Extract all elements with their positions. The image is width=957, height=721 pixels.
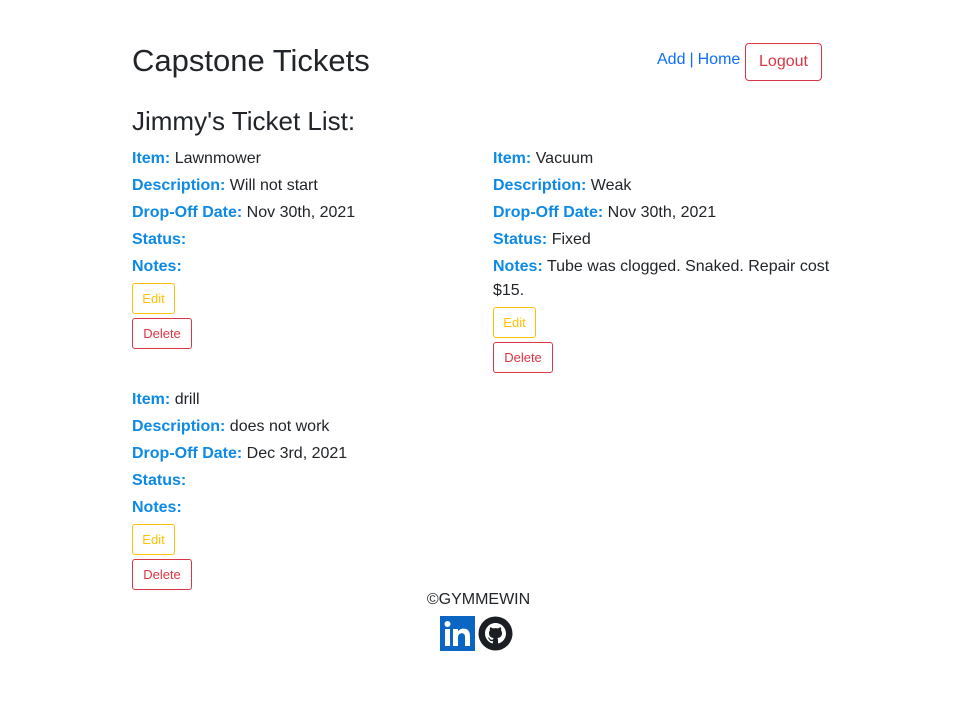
edit-button[interactable]: Edit xyxy=(132,524,175,555)
dropoff-value: Nov 30th, 2021 xyxy=(607,204,717,221)
description-label: Description: xyxy=(493,177,587,194)
ticket-card: Item: Lawnmower Description: Will not st… xyxy=(132,147,477,349)
status-label: Status: xyxy=(132,231,187,248)
ticket-notes-field: Notes: Tube was clogged. Snaked. Repair … xyxy=(493,255,838,303)
ticket-description-field: Description: does not work xyxy=(132,415,477,439)
ticket-card: Item: Vacuum Description: Weak Drop-Off … xyxy=(493,147,838,373)
item-label: Item: xyxy=(493,150,532,167)
item-label: Item: xyxy=(132,150,171,167)
copyright-text: ©GYMMEWIN xyxy=(426,591,531,608)
description-label: Description: xyxy=(132,177,226,194)
dropoff-label: Drop-Off Date: xyxy=(132,204,243,221)
ticket-item-field: Item: drill xyxy=(132,388,477,412)
github-icon[interactable] xyxy=(478,616,513,651)
ticket-list-heading: Jimmy's Ticket List: xyxy=(132,106,356,136)
notes-value: Tube was clogged. Snaked. Repair cost $1… xyxy=(493,258,830,299)
status-label: Status: xyxy=(132,472,187,489)
delete-button[interactable]: Delete xyxy=(132,559,192,590)
ticket-item-field: Item: Lawnmower xyxy=(132,147,477,171)
dropoff-value: Dec 3rd, 2021 xyxy=(246,445,348,462)
dropoff-label: Drop-Off Date: xyxy=(132,445,243,462)
ticket-status-field: Status: xyxy=(132,228,477,252)
description-label: Description: xyxy=(132,418,226,435)
ticket-dropoff-field: Drop-Off Date: Nov 30th, 2021 xyxy=(493,201,838,225)
edit-button[interactable]: Edit xyxy=(132,283,175,314)
ticket-status-field: Status: Fixed xyxy=(493,228,838,252)
ticket-item-field: Item: Vacuum xyxy=(493,147,838,171)
top-nav: Add | Home xyxy=(657,51,740,69)
add-link[interactable]: Add xyxy=(657,51,685,68)
description-value: Will not start xyxy=(229,177,318,194)
dropoff-label: Drop-Off Date: xyxy=(493,204,604,221)
home-link[interactable]: Home xyxy=(698,51,741,68)
notes-label: Notes: xyxy=(132,499,182,516)
ticket-status-field: Status: xyxy=(132,469,477,493)
description-value: Weak xyxy=(590,177,632,194)
status-value: Fixed xyxy=(551,231,591,248)
logout-button[interactable]: Logout xyxy=(745,43,822,81)
ticket-dropoff-field: Drop-Off Date: Nov 30th, 2021 xyxy=(132,201,477,225)
item-value: drill xyxy=(174,391,200,408)
edit-button[interactable]: Edit xyxy=(493,307,536,338)
ticket-dropoff-field: Drop-Off Date: Dec 3rd, 2021 xyxy=(132,442,477,466)
ticket-description-field: Description: Will not start xyxy=(132,174,477,198)
ticket-card: Item: drill Description: does not work D… xyxy=(132,388,477,590)
social-links xyxy=(440,616,513,651)
page-title: Capstone Tickets xyxy=(132,43,370,78)
notes-label: Notes: xyxy=(132,258,182,275)
item-value: Vacuum xyxy=(535,150,594,167)
item-value: Lawnmower xyxy=(174,150,261,167)
ticket-notes-field: Notes: xyxy=(132,255,477,279)
notes-label: Notes: xyxy=(493,258,543,275)
delete-button[interactable]: Delete xyxy=(493,342,553,373)
linkedin-icon[interactable] xyxy=(440,616,475,651)
status-label: Status: xyxy=(493,231,548,248)
item-label: Item: xyxy=(132,391,171,408)
ticket-notes-field: Notes: xyxy=(132,496,477,520)
ticket-description-field: Description: Weak xyxy=(493,174,838,198)
dropoff-value: Nov 30th, 2021 xyxy=(246,204,356,221)
description-value: does not work xyxy=(229,418,330,435)
nav-separator: | xyxy=(689,51,694,68)
delete-button[interactable]: Delete xyxy=(132,318,192,349)
